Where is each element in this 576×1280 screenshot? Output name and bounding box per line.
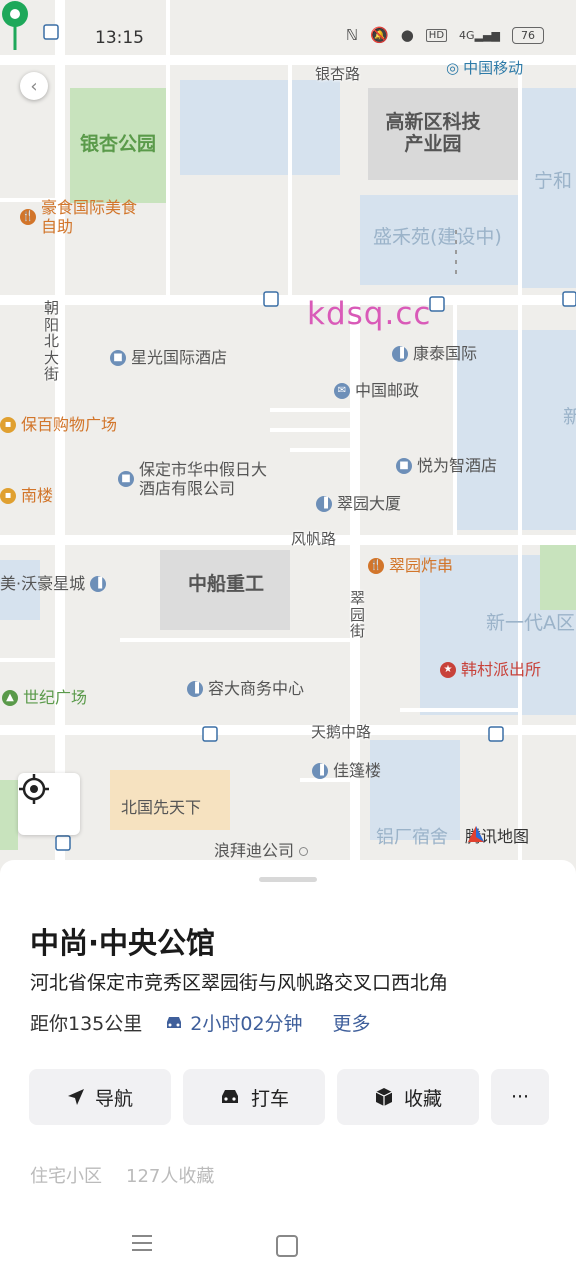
park-icon: ▲ [2,690,18,706]
shopping-icon: ▪ [0,488,16,504]
hd-icon: HD [425,28,448,42]
zone-block [370,740,460,840]
zone-block [180,80,340,175]
road-label: 风帆路 [291,530,337,548]
poi-label[interactable]: ★ 韩村派出所 [440,662,541,678]
area-label: 新 [563,406,576,428]
drag-handle[interactable] [259,877,317,882]
area-label: 中船重工 [188,573,265,595]
poi-label[interactable]: 美·沃豪星城 ▐ [0,576,107,592]
poi-label[interactable]: 铝厂宿舍 [376,829,448,847]
route-summary: 距你135公里 2小时02分钟 更多 [30,1009,371,1036]
recent-apps-icon[interactable] [132,1234,152,1252]
locate-me-button[interactable] [18,773,80,835]
poi-label[interactable]: 🍴 豪食国际美食自助 [20,198,137,236]
poi-label[interactable]: ■ 星光国际酒店 [110,350,227,366]
building-icon: ▐ [90,576,107,592]
navigate-icon [67,1089,84,1105]
poi-label[interactable]: ▐ 翠园大厦 [316,496,401,512]
mail-icon: ✉ [334,383,350,399]
police-icon: ★ [440,662,456,678]
home-icon[interactable] [276,1235,298,1257]
category-tag: 住宅小区 [30,1166,102,1187]
drive-route-link[interactable]: 2小时02分钟 [164,1009,303,1036]
poi-label[interactable]: ■ 悦为智酒店 [396,458,497,474]
road-label: 翠园街 [350,589,366,640]
watermark: kdsq.cc [307,296,432,332]
dot-icon [299,846,309,856]
car-icon [167,1016,182,1028]
poi-label[interactable]: ▲ 世纪广场 [2,690,87,706]
poi-label[interactable]: ▐ 容大商务中心 [187,681,304,697]
place-tags: 住宅小区 127人收藏 [30,1162,214,1188]
building-icon: ▐ [312,763,328,779]
area-label: 新一代A区 [486,612,575,634]
navigate-button[interactable]: 导航 [29,1069,171,1125]
back-button[interactable]: ‹ [20,72,48,100]
poi-label[interactable]: ■ 保定市华中假日大酒店有限公司 [118,460,269,498]
poi-label[interactable]: ▐ 佳篷楼 [312,763,381,779]
action-bar: 导航 打车 收藏 ··· [29,1069,549,1125]
fork-icon: 🍴 [20,209,36,226]
fork-icon: 🍴 [368,558,384,574]
carrier-label: ◎ 中国移动 [446,58,524,78]
area-label: 盛禾苑(建设中) [373,226,502,248]
map-canvas [0,0,576,880]
hotel-icon: ■ [396,458,412,474]
battery-icon: 76 [511,26,544,44]
favorite-button[interactable]: 收藏 [337,1069,479,1125]
distance-text: 距你135公里 [30,1013,143,1035]
park-area [540,540,576,610]
china-mobile-logo-icon: ◎ [446,58,460,77]
building-icon: ▐ [187,681,203,697]
nfc-icon: ℕ [346,26,359,44]
more-routes-link[interactable]: 更多 [333,1009,371,1036]
place-address: 河北省保定市竞秀区翠园街与风帆路交叉口西北角 [30,972,449,994]
signal-icon: 4G▂▄▆ [459,28,500,42]
taxi-icon [221,1090,238,1103]
poi-label[interactable]: ▪ 南楼 [0,488,53,504]
area-label: 高新区科技产业园 [385,111,481,155]
poi-label[interactable]: ▐ 康泰国际 [392,346,477,362]
area-label: 宁和 [534,170,573,192]
area-label: 银杏公园 [80,133,157,155]
shopping-icon: ▪ [0,417,16,433]
building-icon: ▐ [392,346,408,362]
poi-label[interactable]: 北国先天下 [121,800,201,816]
hotel-icon: ■ [118,471,134,488]
more-icon: ··· [510,1086,530,1108]
map-provider: 腾讯地图 [465,823,529,847]
poi-label[interactable]: ▪ 保百购物广场 [0,417,117,433]
park-area [0,780,18,850]
map-view[interactable]: 银杏公园 高新区科技产业园 盛禾苑(建设中) 中船重工 宁和 新一代A区 新 银… [0,0,576,880]
poi-label[interactable]: ✉ 中国邮政 [334,383,419,399]
poi-label[interactable]: 🍴 翠园炸串 [368,558,453,574]
taxi-button[interactable]: 打车 [183,1069,325,1125]
building-icon: ▐ [316,496,332,512]
clock: 13:15 [95,28,144,48]
chevron-left-icon: ‹ [30,75,38,97]
status-icons: ℕ 🔕 ● HD 4G▂▄▆ 76 [346,26,544,44]
tencent-map-logo-icon [468,826,484,842]
poi-label[interactable]: 浪拜迪公司 [214,843,309,859]
road-label: 朝阳北大街 [44,299,60,383]
hotel-icon: ■ [110,350,126,366]
favorites-count: 127人收藏 [126,1166,215,1187]
road-label: 天鹅中路 [311,723,372,741]
more-actions-button[interactable]: ··· [491,1069,549,1125]
crosshair-icon [19,774,49,804]
location-icon: ● [400,26,414,44]
place-detail-sheet[interactable]: 中尚·中央公馆 河北省保定市竞秀区翠园街与风帆路交叉口西北角 距你135公里 2… [0,860,576,1280]
mute-icon: 🔕 [370,26,389,44]
cube-icon [375,1088,393,1106]
place-title: 中尚·中央公馆 [30,926,216,960]
